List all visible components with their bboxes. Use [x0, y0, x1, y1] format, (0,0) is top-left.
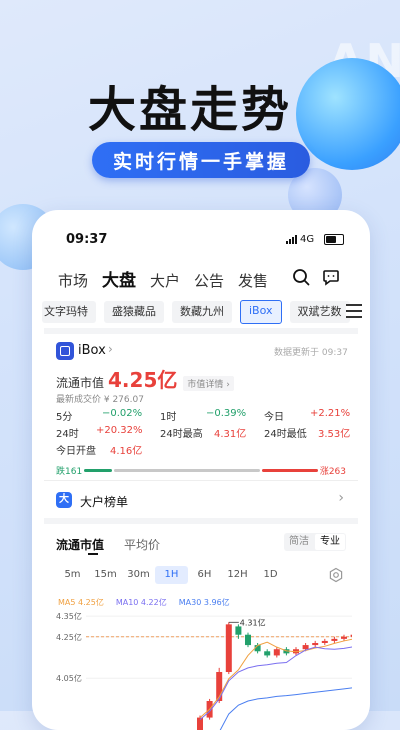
market-cap-row: 流通市值 4.25亿 市值详情 › [56, 364, 234, 393]
timeframe-selector: 5m 15m 30m 1H 6H 12H 1D [56, 566, 287, 584]
stat-24h-low: 24时最低 [264, 429, 307, 440]
tab-dapan[interactable]: 大盘 [102, 266, 136, 291]
market-cap-label: 流通市值 [56, 376, 105, 390]
candle-body [312, 643, 319, 646]
up-down-ratio-bar: 跌161 涨263 [56, 464, 346, 477]
stat-5min: 5分 [56, 412, 73, 423]
timeframe-6h[interactable]: 6H [188, 566, 221, 584]
neutral-segment [114, 469, 260, 472]
up-count-label: 涨263 [319, 467, 346, 477]
promo-headline: 大盘走势 [88, 82, 293, 138]
search-icon[interactable] [292, 268, 310, 286]
status-bar: 09:37 4G [32, 210, 370, 250]
status-time: 09:37 [66, 232, 108, 247]
menu-icon[interactable] [346, 304, 362, 318]
phone-screen: 09:37 4G 市场 大盘 大户 公告 发售 文字玛特 盛猿藏品 数藏九州 i… [32, 210, 370, 730]
stat-24h: 24时 [56, 429, 79, 440]
ma30-line [219, 687, 352, 730]
legend-ma30: MA30 3.96亿 [178, 598, 230, 607]
network-indicator: 4G [286, 234, 314, 245]
legend-ma5: MA5 4.25亿 [58, 598, 104, 607]
timeframe-5m[interactable]: 5m [56, 566, 89, 584]
down-segment [84, 469, 113, 472]
candle-body [225, 624, 232, 672]
promo-subhead: 实时行情一手掌握 [92, 142, 310, 178]
stat-1h-value: −0.39% [206, 408, 247, 419]
ranking-label: 大户榜单 [80, 495, 129, 509]
timeframe-30m[interactable]: 30m [122, 566, 155, 584]
data-updated-time: 数据更新于 09:37 [274, 348, 348, 358]
decor-bubble-large [296, 58, 400, 170]
stat-5min-value: −0.02% [102, 408, 143, 419]
chart-mode-toggle: 简洁 专业 [284, 533, 346, 551]
tab-market-cap[interactable]: 流通市值 [56, 536, 104, 553]
battery-icon [324, 234, 344, 245]
market-cap-detail-link[interactable]: 市值详情 › [183, 376, 234, 391]
candle-body [341, 636, 347, 639]
tab-average-price[interactable]: 平均价 [124, 536, 160, 553]
chart-settings-icon[interactable] [328, 567, 344, 583]
tab-sale[interactable]: 发售 [238, 270, 268, 291]
candle-body [264, 651, 271, 656]
stat-24h-high-value: 4.31亿 [214, 429, 247, 440]
candle-body [302, 645, 309, 650]
tab-dahu[interactable]: 大户 [150, 270, 180, 291]
market-cap-value: 4.25亿 [108, 368, 178, 392]
asset-name[interactable]: iBox [78, 343, 106, 358]
stat-1h: 1时 [160, 412, 177, 423]
chip-platform-1[interactable]: 文字玛特 [42, 301, 96, 323]
stat-today-open-value: 4.16亿 [110, 446, 143, 457]
chip-platform-2[interactable]: 盛猿藏品 [104, 301, 164, 323]
message-icon[interactable] [322, 268, 340, 286]
y-tick-label: 4.25亿 [56, 632, 82, 642]
chart-metric-tabs: 流通市值 平均价 [56, 536, 160, 553]
mode-simple[interactable]: 简洁 [284, 533, 314, 551]
platform-chips: 文字玛特 盛猿藏品 数藏九州 iBox 双斌艺数 [32, 300, 370, 324]
tab-announcement[interactable]: 公告 [194, 270, 224, 291]
last-trade-price: 最新成交价 ¥ 276.07 [56, 395, 144, 405]
divider [44, 480, 358, 481]
divider [44, 518, 358, 524]
stat-24h-low-value: 3.53亿 [318, 429, 351, 440]
timeframe-1h[interactable]: 1H [155, 566, 188, 584]
down-count-label: 跌161 [56, 467, 83, 477]
chevron-right-icon: › [338, 490, 344, 506]
ibox-logo-icon [56, 342, 74, 360]
signal-icon [286, 235, 297, 244]
timeframe-15m[interactable]: 15m [89, 566, 122, 584]
candle-body [245, 634, 251, 646]
ma-legend: MA5 4.25亿 MA10 4.22亿 MA30 3.96亿 [58, 597, 230, 608]
mode-pro[interactable]: 专业 [315, 534, 345, 550]
tab-market[interactable]: 市场 [58, 270, 88, 291]
timeframe-1d[interactable]: 1D [254, 566, 287, 584]
big-holder-ranking-entry[interactable]: 大 大户榜单 › [56, 488, 346, 514]
candle-body [331, 638, 338, 641]
legend-ma10: MA10 4.22亿 [115, 598, 167, 607]
ranking-icon: 大 [56, 492, 72, 508]
chip-platform-3[interactable]: 数藏九州 [172, 301, 232, 323]
network-type: 4G [300, 234, 315, 245]
stat-today: 今日 [264, 412, 284, 423]
stat-24h-value: +20.32% [96, 425, 143, 436]
high-annotation-label: 4.31亿 [240, 617, 266, 627]
candle-body [350, 634, 352, 637]
divider [44, 328, 358, 334]
stat-24h-high: 24时最高 [160, 429, 203, 440]
chevron-right-icon: › [108, 342, 113, 356]
chip-platform-ibox[interactable]: iBox [240, 300, 282, 324]
active-tab-indicator [88, 553, 98, 555]
up-segment [261, 469, 318, 472]
y-tick-label: 4.05亿 [56, 673, 82, 683]
candle-body [321, 640, 328, 643]
ma10-line [199, 646, 352, 721]
chip-platform-5[interactable]: 双斌艺数 [289, 301, 350, 323]
top-nav: 市场 大盘 大户 公告 发售 [58, 266, 268, 291]
stat-today-value: +2.21% [310, 408, 351, 419]
stat-today-open: 今日开盘 [56, 446, 96, 457]
candle-body [273, 649, 280, 656]
candle-body [235, 626, 242, 635]
timeframe-12h[interactable]: 12H [221, 566, 254, 584]
y-tick-label: 4.35亿 [56, 611, 82, 621]
candlestick-chart[interactable]: 4.35亿 4.25亿 4.05亿 4.31亿 [52, 608, 352, 730]
